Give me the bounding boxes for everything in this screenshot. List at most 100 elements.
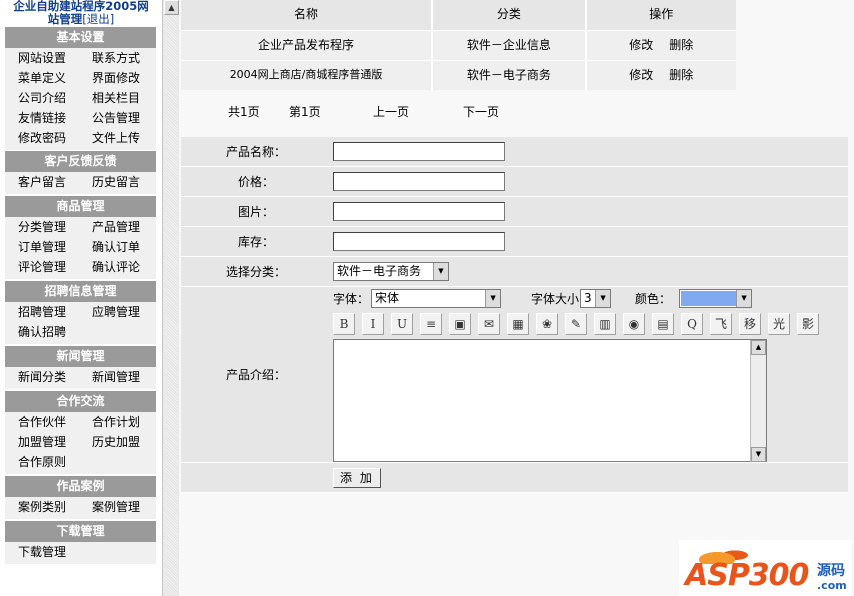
sidebar-item[interactable]: 合作原则 — [5, 452, 79, 472]
pager-next-link[interactable]: 下一页 — [463, 103, 499, 120]
sidebar-item[interactable]: 确认招聘 — [5, 322, 79, 342]
sidebar-item[interactable]: 网站设置 — [5, 48, 79, 68]
shadow-text-icon[interactable]: 影 — [797, 312, 819, 335]
sidebar-item[interactable]: 案例类别 — [5, 497, 79, 517]
pager-total: 共1页 — [228, 105, 260, 119]
sidebar-section-items: 分类管理 产品管理订单管理 确认订单评论管理 确认评论 — [5, 217, 156, 279]
sidebar-item[interactable]: 应聘管理 — [79, 302, 153, 322]
edit-link[interactable]: 修改 — [629, 68, 653, 82]
image-input[interactable] — [333, 202, 505, 221]
chevron-down-icon[interactable]: ▼ — [595, 290, 611, 308]
form-row-submit: 添 加 — [181, 463, 848, 493]
editor-toolbar: B I U ≡ ▣ ✉ ▦ ❀ ✎ ▥ ◉ ▤ Q 飞移光影 — [333, 312, 826, 335]
sidebar-section-items: 新闻分类 新闻管理 — [5, 367, 156, 389]
quicktime-icon[interactable]: Q — [681, 312, 703, 335]
sidebar-item[interactable]: 下载管理 — [5, 542, 79, 562]
link-icon[interactable]: ✉ — [478, 312, 500, 335]
pager-prev-link[interactable]: 上一页 — [373, 103, 409, 120]
sidebar-item[interactable]: 公告管理 — [79, 108, 153, 128]
sidebar-item[interactable]: 评论管理 — [5, 257, 79, 277]
site-title-line2: 站管理 — [47, 12, 83, 26]
italic-icon[interactable]: I — [362, 312, 384, 335]
sidebar-item[interactable]: 历史加盟 — [79, 432, 153, 452]
font-select[interactable]: 宋体 ▼ — [371, 289, 502, 309]
sidebar-item[interactable]: 修改密码 — [5, 128, 79, 148]
sidebar-item[interactable]: 加盟管理 — [5, 432, 79, 452]
pager-current: 第1页 — [289, 105, 321, 119]
sidebar-section-title: 基本设置 — [5, 27, 156, 48]
sidebar-item[interactable]: 联系方式 — [79, 48, 153, 68]
scroll-track[interactable] — [164, 15, 178, 596]
bold-icon[interactable]: B — [333, 312, 355, 335]
sidebar-item[interactable]: 公司介绍 — [5, 88, 79, 108]
sidebar-section-items: 合作伙伴 合作计划加盟管理 历史加盟合作原则 — [5, 412, 156, 474]
sidebar-item[interactable]: 确认评论 — [79, 257, 153, 277]
scroll-down-icon[interactable]: ▼ — [751, 446, 766, 462]
chevron-down-icon[interactable]: ▼ — [485, 290, 501, 308]
sidebar-section: 商品管理 分类管理 产品管理订单管理 确认订单评论管理 确认评论 — [5, 196, 156, 279]
chevron-down-icon[interactable]: ▼ — [433, 263, 448, 280]
stock-input[interactable] — [333, 232, 505, 251]
delete-link[interactable]: 删除 — [669, 68, 693, 82]
fly-text-icon[interactable]: 飞 — [710, 312, 732, 335]
table-row: 企业产品发布程序 软件－企业信息 修改 删除 — [181, 30, 736, 60]
align-icon[interactable]: ≡ — [420, 312, 442, 335]
sidebar-section: 作品案例 案例类别 案例管理 — [5, 476, 156, 519]
sidebar-item[interactable]: 历史留言 — [79, 172, 153, 192]
editor-scrollbar[interactable]: ▲ ▼ — [750, 339, 766, 462]
scroll-up-icon[interactable]: ▲ — [751, 339, 766, 355]
move-text-icon[interactable]: 移 — [739, 312, 761, 335]
category-select[interactable]: 软件－电子商务 ▼ — [333, 262, 449, 281]
color-select[interactable]: ▼ — [679, 289, 753, 309]
watermark-logo: ASP300 源码 .com — [679, 540, 851, 596]
edit-link[interactable]: 修改 — [629, 38, 653, 52]
sidebar-item[interactable]: 新闻管理 — [79, 367, 153, 387]
price-input[interactable] — [333, 172, 505, 191]
sidebar-scrollbar[interactable]: ▲ — [162, 0, 179, 596]
font-select-value: 宋体 — [375, 291, 400, 306]
comment-icon[interactable]: ✎ — [565, 312, 587, 335]
color-wheel-icon[interactable]: ❀ — [536, 312, 558, 335]
sidebar-item[interactable]: 菜单定义 — [5, 68, 79, 88]
sidebar-item[interactable]: 友情链接 — [5, 108, 79, 128]
sidebar-item[interactable]: 相关栏目 — [79, 88, 153, 108]
chevron-down-icon[interactable]: ▼ — [736, 290, 752, 308]
image-icon[interactable]: ▣ — [449, 312, 471, 335]
cell-product-name: 2004网上商店/商城程序普通版 — [181, 60, 432, 90]
scroll-up-icon[interactable]: ▲ — [164, 0, 179, 15]
form-row-intro: 产品介绍： 字体： 宋体 ▼ 字体大小 3 ▼ 颜色： ▼ B I U ≡ ▣ ✉ — [181, 287, 848, 463]
logout-link[interactable]: [退出] — [82, 12, 114, 26]
sidebar-item[interactable]: 合作伙伴 — [5, 412, 79, 432]
sidebar-item[interactable]: 订单管理 — [5, 237, 79, 257]
product-name-input[interactable] — [333, 142, 505, 161]
sidebar-item[interactable]: 新闻分类 — [5, 367, 79, 387]
intro-editor[interactable]: ▲ ▼ — [333, 338, 767, 462]
sidebar-section-title: 作品案例 — [5, 476, 156, 497]
font-size-select[interactable]: 3 ▼ — [580, 289, 612, 309]
preview-icon[interactable]: ◉ — [623, 312, 645, 335]
sidebar-section: 基本设置 网站设置 联系方式菜单定义 界面修改公司介绍 相关栏目友情链接 公告管理修改密码… — [5, 27, 156, 150]
font-size-value: 3 — [584, 291, 592, 306]
delete-link[interactable]: 删除 — [669, 38, 693, 52]
underline-icon[interactable]: U — [391, 312, 413, 335]
sidebar-item[interactable]: 文件上传 — [79, 128, 153, 148]
sidebar-item[interactable]: 界面修改 — [79, 68, 153, 88]
watermark-cn: 源码 — [817, 563, 845, 579]
sidebar-item[interactable]: 确认订单 — [79, 237, 153, 257]
sidebar-section-title: 招聘信息管理 — [5, 281, 156, 302]
cell-category: 软件－电子商务 — [433, 60, 585, 90]
sidebar-item[interactable]: 案例管理 — [79, 497, 153, 517]
cell-category: 软件－企业信息 — [433, 30, 585, 60]
sidebar-item[interactable]: 客户留言 — [5, 172, 79, 192]
sidebar-item[interactable]: 分类管理 — [5, 217, 79, 237]
table-icon[interactable]: ▦ — [507, 312, 529, 335]
add-button[interactable]: 添 加 — [333, 467, 381, 488]
flash-icon[interactable]: ▤ — [652, 312, 674, 335]
sidebar-item[interactable]: 招聘管理 — [5, 302, 79, 322]
sidebar-item[interactable]: 产品管理 — [79, 217, 153, 237]
glow-text-icon[interactable]: 光 — [768, 312, 790, 335]
sidebar-section-items: 网站设置 联系方式菜单定义 界面修改公司介绍 相关栏目友情链接 公告管理修改密码 文件上传 — [5, 48, 156, 150]
media-icon[interactable]: ▥ — [594, 312, 616, 335]
cell-product-name: 企业产品发布程序 — [181, 30, 432, 60]
sidebar-item[interactable]: 合作计划 — [79, 412, 153, 432]
